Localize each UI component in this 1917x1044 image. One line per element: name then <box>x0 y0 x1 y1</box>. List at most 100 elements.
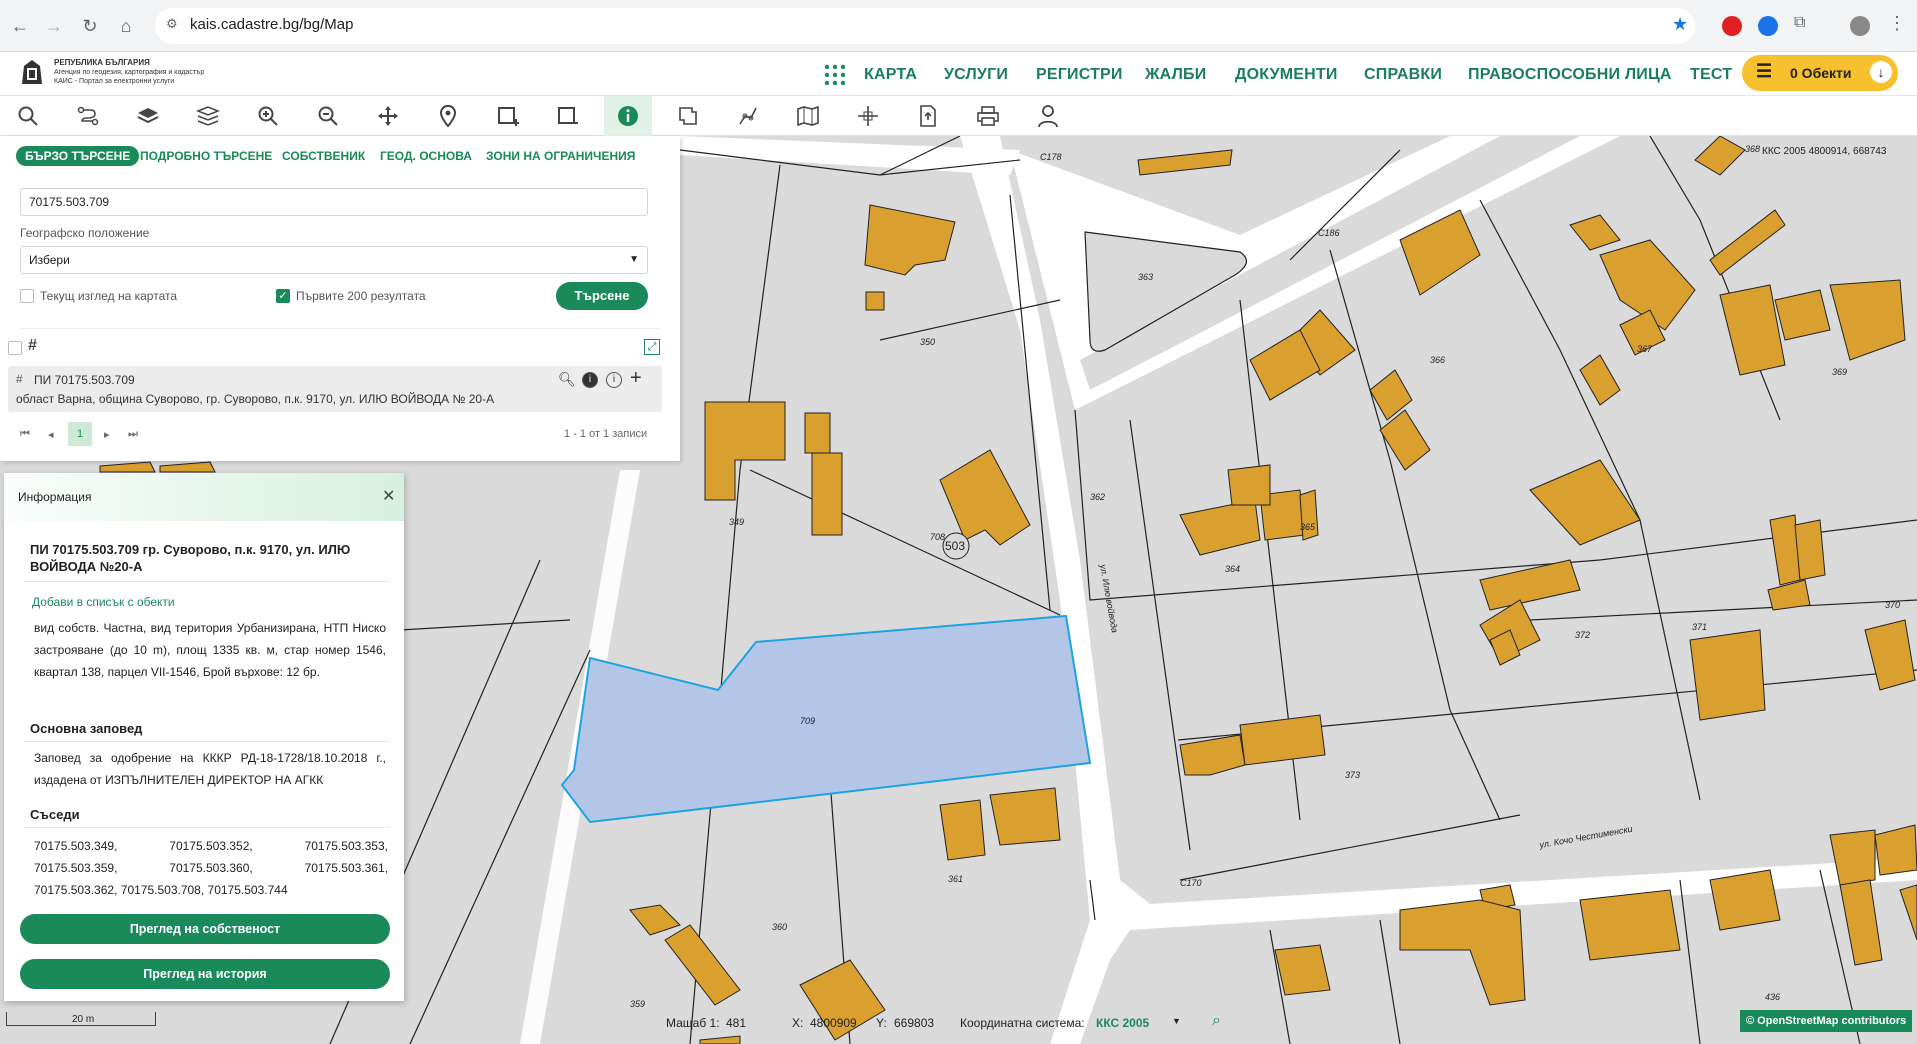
crosshair-icon[interactable] <box>844 96 892 136</box>
coordinates-readout: ККС 2005 4800914, 668743 <box>1762 146 1887 157</box>
add-icon[interactable]: + <box>630 367 642 390</box>
search-button[interactable]: Търсене <box>556 282 648 310</box>
zoom-out-icon[interactable] <box>304 96 352 136</box>
nav-references[interactable]: СПРАВКИ <box>1364 66 1442 84</box>
crs-select[interactable]: ККС 2005 <box>1096 1016 1149 1030</box>
select-all-checkbox[interactable] <box>8 341 22 355</box>
avatar[interactable] <box>1850 16 1870 36</box>
next-page-icon[interactable]: ▸ <box>104 428 110 441</box>
map-toolbar <box>0 96 1917 136</box>
neighbor-item: 70175.503.361, <box>304 861 388 875</box>
forward-icon[interactable]: → <box>42 14 66 38</box>
tab-owner[interactable]: СОБСТВЕНИК <box>282 146 365 166</box>
tab-quick-search[interactable]: БЪРЗО ТЪРСЕНЕ <box>16 146 140 166</box>
svg-text:359: 359 <box>630 999 645 1009</box>
opera-extension-icon[interactable] <box>1722 16 1742 36</box>
back-icon[interactable]: ← <box>8 14 32 38</box>
search-coordinates-icon[interactable]: ⌕ <box>1212 1012 1221 1030</box>
nav-registers[interactable]: РЕГИСТРИ <box>1036 66 1123 84</box>
add-to-list-link[interactable]: Добави в списък с обекти <box>32 595 175 609</box>
order-text: Заповед за одобрение на КККР РД-18-1728/… <box>34 751 386 787</box>
user-icon[interactable] <box>1024 96 1072 136</box>
extension-icon[interactable] <box>1758 16 1778 36</box>
info-outline-icon[interactable]: i <box>606 372 622 388</box>
last-page-icon[interactable]: ⏭ <box>128 428 138 441</box>
result-address: област Варна, община Суворово, гр. Сувор… <box>16 392 495 406</box>
scale-bar: 20 m <box>6 1008 156 1032</box>
nav-test[interactable]: ТЕСТ <box>1690 66 1732 84</box>
print-icon[interactable] <box>964 96 1012 136</box>
dropdown-arrow-icon: ▼ <box>629 254 639 265</box>
layers-icon[interactable] <box>124 96 172 136</box>
apps-grid-icon[interactable] <box>824 64 846 86</box>
nav-licensed-persons[interactable]: ПРАВОСПОСОБНИ ЛИЦА <box>1468 66 1672 84</box>
geo-position-select[interactable]: Избери ▼ <box>20 246 648 274</box>
map-icon[interactable] <box>784 96 832 136</box>
export-icon[interactable] <box>904 96 952 136</box>
neighbors-list: 70175.503.349, 70175.503.352, 70175.503.35… <box>34 835 388 901</box>
select-polygon-icon[interactable] <box>544 96 592 136</box>
site-info-icon[interactable]: ⚙ <box>166 16 178 32</box>
draw-icon[interactable] <box>724 96 772 136</box>
nav-services[interactable]: УСЛУГИ <box>944 66 1008 84</box>
tab-detailed-search[interactable]: ПОДРОБНО ТЪРСЕНЕ <box>140 146 272 166</box>
grid-icon[interactable]: # <box>28 337 37 355</box>
nav-complaints[interactable]: ЖАЛБИ <box>1145 66 1206 84</box>
coat-of-arms-logo <box>22 60 42 84</box>
pan-icon[interactable] <box>364 96 412 136</box>
neighbor-item: 70175.503.360, <box>169 861 253 875</box>
scale-value: 481 <box>726 1016 747 1030</box>
home-icon[interactable]: ⌂ <box>114 14 138 38</box>
view-ownership-button[interactable]: Преглед на собственост <box>20 914 390 944</box>
measure-icon[interactable] <box>664 96 712 136</box>
objects-cart-button[interactable]: ☰ 0 Обекти ↓ <box>1742 55 1898 91</box>
tab-geo-base[interactable]: ГЕОД. ОСНОВА <box>380 146 472 166</box>
info-filled-icon[interactable]: i <box>582 372 598 388</box>
prev-page-icon[interactable]: ◂ <box>48 428 54 441</box>
location-pin-icon[interactable] <box>424 96 472 136</box>
view-history-button[interactable]: Преглед на история <box>20 959 390 989</box>
osm-attribution[interactable]: © OpenStreetMap contributors <box>1740 1010 1912 1032</box>
reload-icon[interactable]: ↻ <box>78 14 102 38</box>
first-200-checkbox[interactable]: ✓ <box>276 289 290 303</box>
info-panel-title: Информация <box>18 490 92 504</box>
svg-text:370: 370 <box>1885 600 1900 610</box>
neighbor-item: 70175.503.362, <box>34 883 118 897</box>
search-result-item[interactable]: # ПИ 70175.503.709 област Варна, община … <box>8 366 662 412</box>
page-number[interactable]: 1 <box>68 422 92 446</box>
scale-label: Мащаб 1: <box>666 1016 720 1030</box>
svg-text:350: 350 <box>920 337 935 347</box>
zoom-to-result-icon[interactable]: 🔍︎ <box>558 372 576 388</box>
zoom-in-icon[interactable] <box>244 96 292 136</box>
close-icon[interactable]: ✕ <box>382 486 395 506</box>
neighbor-item: 70175.503.349, <box>34 839 118 853</box>
divider <box>24 741 390 742</box>
expand-icon[interactable]: ⤢ <box>644 339 660 355</box>
info-icon[interactable] <box>604 96 652 136</box>
search-input[interactable]: 70175.503.709 <box>20 188 648 216</box>
tab-restriction-zones[interactable]: ЗОНИ НА ОГРАНИЧЕНИЯ <box>486 146 635 166</box>
records-count: 1 - 1 от 1 записи <box>564 428 648 440</box>
address-bar[interactable] <box>155 8 1695 44</box>
search-panel: БЪРЗО ТЪРСЕНЕ ПОДРОБНО ТЪРСЕНЕ СОБСТВЕНИ… <box>0 136 680 461</box>
logo-text: РЕПУБЛИКА БЪЛГАРИЯ Агенция по геодезия, … <box>54 58 205 85</box>
puzzle-icon[interactable]: ⧉ <box>1794 14 1805 32</box>
svg-text:709: 709 <box>800 716 815 726</box>
nav-documents[interactable]: ДОКУМЕНТИ <box>1235 66 1338 84</box>
search-icon[interactable] <box>4 96 52 136</box>
result-title: ПИ 70175.503.709 <box>34 373 135 387</box>
bookmark-star-icon[interactable]: ★ <box>1672 14 1688 35</box>
route-icon[interactable] <box>64 96 112 136</box>
first-page-icon[interactable]: ⏮ <box>20 428 30 441</box>
select-rectangle-icon[interactable] <box>484 96 532 136</box>
scale-bar-text: 20 m <box>72 1014 95 1025</box>
menu-dots-icon[interactable]: ⋮ <box>1888 13 1906 34</box>
svg-text:503: 503 <box>945 539 965 553</box>
dropdown-arrow-icon[interactable]: ▼ <box>1172 1016 1181 1026</box>
layers-stack-icon[interactable] <box>184 96 232 136</box>
current-view-checkbox[interactable] <box>20 289 34 303</box>
nav-map[interactable]: КАРТА <box>864 66 917 84</box>
svg-text:С186: С186 <box>1318 228 1340 238</box>
info-panel: Информация ✕ ПИ 70175.503.709 гр. Суворо… <box>4 473 404 1001</box>
svg-text:С178: С178 <box>1040 152 1062 162</box>
